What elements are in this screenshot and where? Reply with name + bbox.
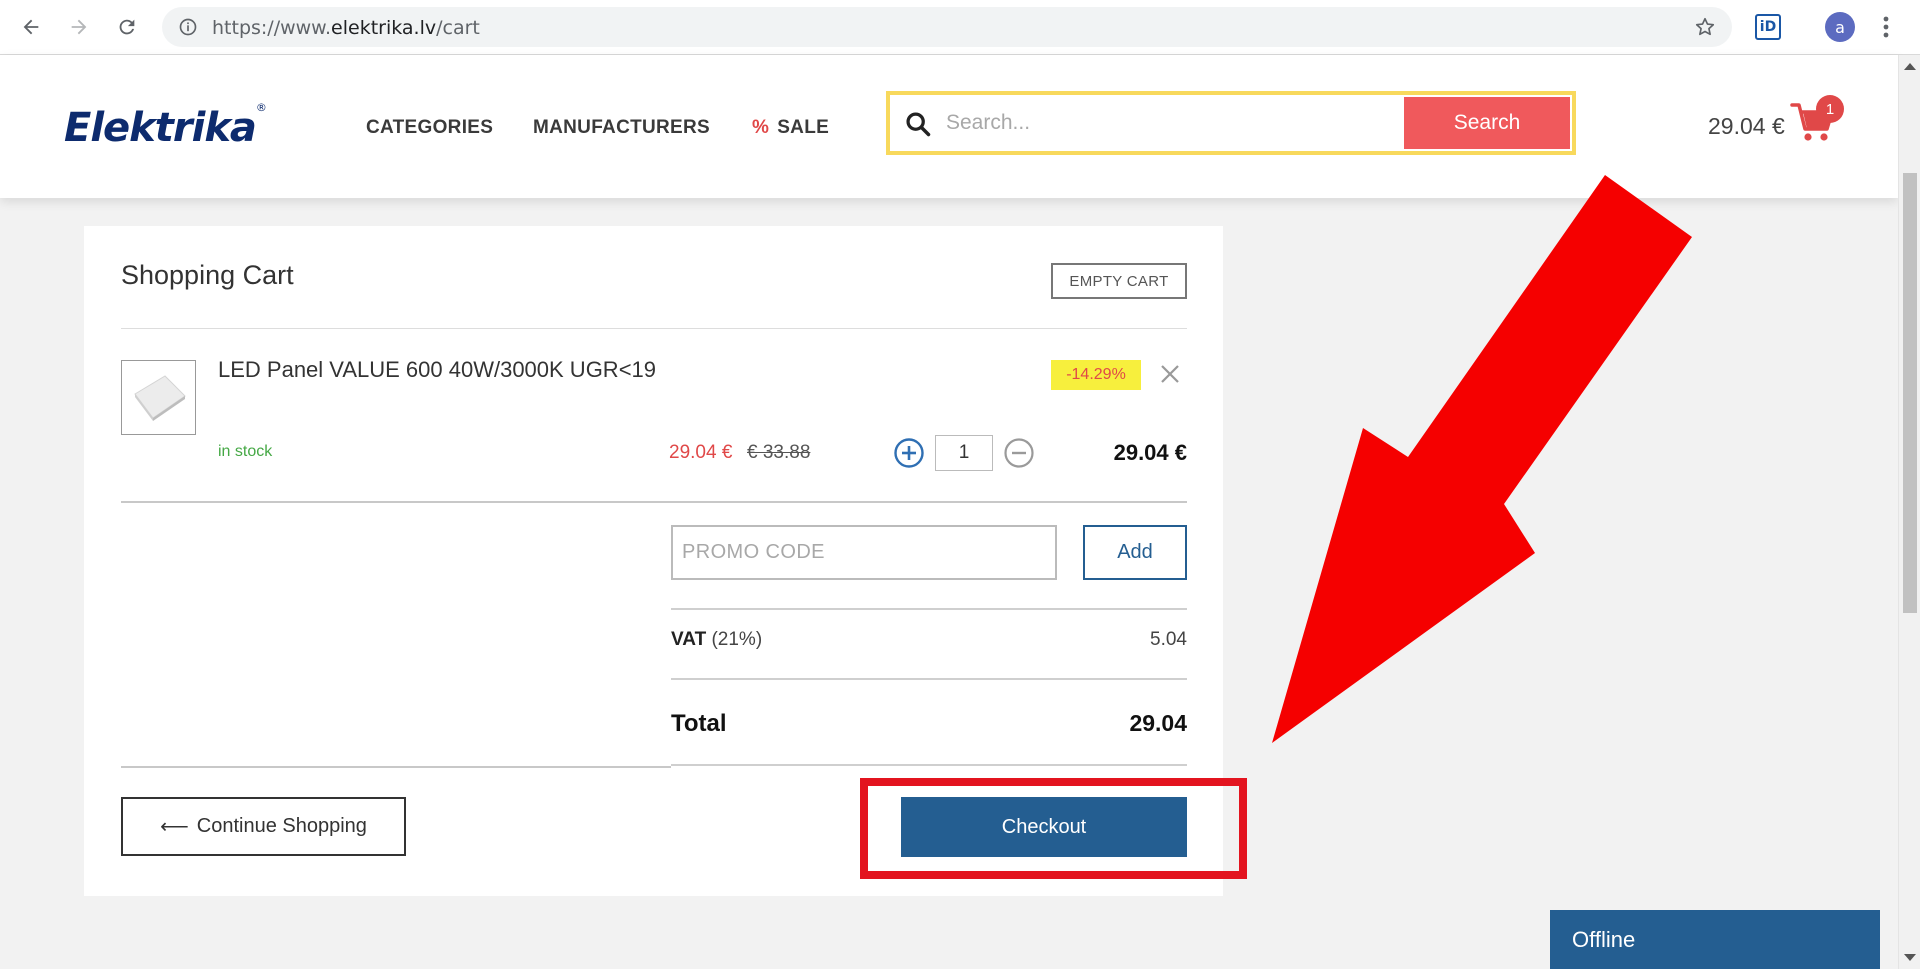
checkout-button[interactable]: Checkout bbox=[901, 797, 1187, 857]
scroll-down-arrow-icon[interactable] bbox=[1904, 954, 1916, 961]
profile-avatar[interactable]: a bbox=[1825, 12, 1855, 42]
scrollbar-thumb[interactable] bbox=[1903, 173, 1917, 613]
line-total: 29.04 € bbox=[1113, 440, 1187, 465]
remove-item-icon[interactable] bbox=[1158, 362, 1182, 386]
nav-sale-label: SALE bbox=[777, 117, 830, 138]
url-text[interactable]: https://www.elektrika.lv/cart bbox=[212, 17, 480, 39]
product-image[interactable] bbox=[121, 360, 196, 435]
search-icon bbox=[906, 112, 931, 137]
back-arrow-icon bbox=[23, 19, 39, 35]
divider bbox=[671, 764, 1187, 766]
url-path: /cart bbox=[436, 17, 480, 39]
sale-percent-icon: % bbox=[752, 117, 770, 138]
forward-arrow-icon bbox=[71, 19, 87, 35]
reload-button[interactable] bbox=[112, 12, 142, 42]
vat-label: VAT (21%) bbox=[671, 629, 762, 651]
continue-shopping-button[interactable]: ⟵ Continue Shopping bbox=[121, 797, 406, 856]
nav-categories[interactable]: CATEGORIES bbox=[366, 117, 493, 139]
registered-mark: ® bbox=[255, 101, 267, 114]
left-arrow-icon: ⟵ bbox=[160, 816, 189, 838]
cart-count-badge: 1 bbox=[1816, 95, 1844, 123]
red-pointer-arrow-icon bbox=[1272, 175, 1692, 743]
site-header: Elektrika® CATEGORIES MANUFACTURERS % SAL… bbox=[0, 55, 1898, 198]
led-panel-image bbox=[133, 374, 186, 421]
search-input[interactable] bbox=[946, 105, 1386, 141]
bookmark-star-icon[interactable] bbox=[1694, 16, 1716, 38]
url-host: elektrika.lv bbox=[331, 17, 437, 39]
cart-title: Shopping Cart bbox=[121, 260, 294, 290]
logo-text: Elektrika bbox=[64, 105, 257, 151]
scroll-up-arrow-icon[interactable] bbox=[1904, 63, 1916, 70]
id-extension-icon[interactable]: iD bbox=[1755, 14, 1781, 40]
increase-quantity-icon[interactable] bbox=[893, 437, 925, 469]
quantity-input[interactable] bbox=[935, 435, 993, 471]
product-name-link[interactable]: LED Panel VALUE 600 40W/3000K UGR<19 bbox=[218, 357, 656, 383]
nav-sale[interactable]: % SALE bbox=[752, 117, 829, 139]
discount-badge: -14.29% bbox=[1051, 360, 1141, 390]
divider bbox=[121, 328, 1187, 329]
page-scrollbar[interactable] bbox=[1898, 55, 1920, 969]
browser-toolbar: https://www.elektrika.lv/cart iD a bbox=[0, 0, 1920, 55]
search-button[interactable]: Search bbox=[1404, 97, 1570, 149]
divider bbox=[671, 678, 1187, 680]
total-value: 29.04 bbox=[1129, 710, 1187, 736]
total-label: Total bbox=[671, 710, 727, 737]
continue-shopping-label: Continue Shopping bbox=[196, 815, 367, 837]
search-bar: Search bbox=[886, 91, 1576, 155]
divider bbox=[121, 766, 671, 768]
nav-manufacturers[interactable]: MANUFACTURERS bbox=[533, 117, 710, 139]
divider bbox=[121, 501, 1187, 503]
vat-rate: (21%) bbox=[711, 629, 763, 650]
url-scheme: https://www. bbox=[212, 17, 332, 39]
address-bar[interactable]: https://www.elektrika.lv/cart bbox=[162, 7, 1732, 47]
sale-price: 29.04 € bbox=[669, 442, 733, 463]
elektrika-logo[interactable]: Elektrika® bbox=[64, 101, 267, 151]
shopping-cart-panel: Shopping Cart EMPTY CART LED Panel VALUE… bbox=[84, 226, 1223, 896]
stock-status: in stock bbox=[218, 443, 273, 460]
promo-code-input[interactable] bbox=[671, 525, 1057, 580]
vat-label-text: VAT bbox=[671, 629, 707, 650]
offline-chat-tab[interactable]: Offline bbox=[1550, 910, 1880, 969]
divider bbox=[671, 608, 1187, 610]
back-button[interactable] bbox=[16, 12, 46, 42]
header-cart-total[interactable]: 29.04 € bbox=[1708, 113, 1785, 140]
info-icon[interactable] bbox=[178, 17, 198, 37]
vat-value: 5.04 bbox=[1150, 629, 1187, 650]
add-promo-button[interactable]: Add bbox=[1083, 525, 1187, 580]
decrease-quantity-icon[interactable] bbox=[1003, 437, 1035, 469]
original-price: € 33.88 bbox=[747, 442, 811, 463]
empty-cart-button[interactable]: EMPTY CART bbox=[1051, 263, 1187, 299]
kebab-menu-icon[interactable] bbox=[1876, 12, 1896, 42]
reload-icon bbox=[119, 19, 135, 35]
forward-button[interactable] bbox=[64, 12, 94, 42]
